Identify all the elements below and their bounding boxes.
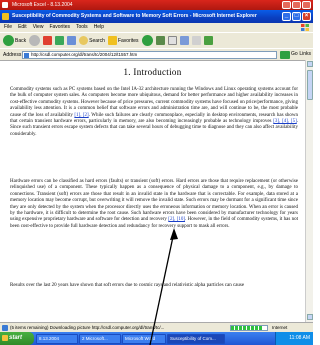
home-icon[interactable] (67, 36, 77, 45)
task-excel[interactable]: 8.13.2004 (36, 333, 78, 344)
star-icon (107, 36, 117, 45)
favorites-label: Favorites (117, 37, 139, 44)
minimize-icon[interactable] (282, 1, 291, 9)
window-controls: _ □ × (282, 12, 311, 21)
background-window-titlebar[interactable]: Microsoft Excel - 8.13.2004 (0, 0, 313, 10)
ie-window: Susceptibility of Commodity Systems and … (0, 10, 313, 332)
refresh-icon[interactable] (55, 36, 65, 45)
media-icon[interactable] (141, 35, 153, 46)
stop-icon[interactable] (43, 36, 53, 45)
paragraph-2: Hardware errors can be classified as har… (10, 179, 298, 230)
go-arrow-icon[interactable] (280, 51, 290, 59)
system-tray-clock[interactable]: 11:08 AM (275, 332, 313, 345)
ie-titlebar[interactable]: Susceptibility of Commodity Systems and … (0, 10, 313, 23)
back-arrow-icon (3, 35, 14, 46)
status-bar: (5 items remaining) Downloading picture … (0, 322, 313, 332)
history-icon[interactable] (155, 36, 165, 45)
favorites-button[interactable]: Favorites (107, 35, 139, 47)
paragraph-3: Results over the last 20 years have show… (10, 283, 298, 289)
paragraph-2-text: Hardware errors can be classified as har… (10, 179, 298, 223)
standard-toolbar: Back Search Favorites (0, 32, 313, 48)
scroll-thumb[interactable] (307, 70, 313, 100)
start-button[interactable]: start (0, 332, 34, 345)
taskbar: start 8.13.2004 2 Microsoft... Microsoft… (0, 332, 313, 345)
address-url: http://csdl.computer.org/dl/trans/tc/200… (31, 52, 138, 57)
mail-icon[interactable] (167, 36, 177, 45)
menu-edit[interactable]: Edit (18, 23, 27, 32)
background-window-controls (282, 1, 311, 9)
paragraph-3-text: Results over the last 20 years have show… (10, 283, 245, 288)
forward-arrow-icon[interactable] (29, 35, 41, 46)
status-page-icon (2, 325, 8, 331)
vertical-scrollbar[interactable] (305, 60, 313, 322)
edit-icon[interactable] (191, 36, 201, 45)
security-zone: Internet (272, 325, 288, 330)
background-window-title: Microsoft Excel - 8.13.2004 (12, 2, 73, 8)
page-content: 1. Introduction Commodity systems such a… (0, 60, 305, 322)
menu-bar: File Edit View Favorites Tools Help (0, 23, 313, 32)
maximize-button[interactable]: □ (292, 12, 301, 21)
back-label: Back (15, 37, 27, 44)
paragraph-1: Commodity systems such as PC systems bas… (10, 87, 298, 138)
links-button[interactable]: Links (299, 51, 311, 57)
reference-link-4[interactable]: [2], [10] (168, 217, 185, 222)
task-word[interactable]: Microsoft Word (122, 333, 166, 344)
print-icon[interactable] (179, 36, 189, 45)
scroll-down-icon[interactable] (307, 314, 313, 320)
menu-help[interactable]: Help (94, 23, 104, 32)
minimize-button[interactable]: _ (282, 12, 291, 21)
scroll-up-icon[interactable] (307, 61, 313, 67)
maximize-icon[interactable] (292, 1, 301, 9)
page-icon (24, 53, 29, 58)
address-label: Address (3, 51, 22, 58)
taskbar-buttons: 8.13.2004 2 Microsoft... Microsoft Word … (36, 333, 225, 344)
status-text: (5 items remaining) Downloading picture … (10, 325, 165, 330)
download-progress (230, 325, 268, 331)
back-button[interactable]: Back (3, 35, 26, 47)
task-susceptibility[interactable]: Susceptibility of Com... (167, 333, 225, 344)
search-label: Search (89, 37, 105, 44)
menu-file[interactable]: File (4, 23, 12, 32)
ie-icon (2, 13, 9, 20)
progress-fill (231, 326, 262, 330)
search-button[interactable]: Search (79, 35, 105, 47)
reference-link-1[interactable]: [1], [2] (74, 113, 88, 118)
address-input[interactable]: http://csdl.computer.org/dl/trans/tc/200… (22, 51, 277, 59)
search-icon (79, 36, 89, 45)
menu-view[interactable]: View (33, 23, 44, 32)
windows-logo-icon (301, 24, 309, 31)
reference-link-3[interactable]: [3], [4], [5] (273, 119, 297, 124)
window-title: Susceptibility of Commodity Systems and … (12, 13, 257, 19)
go-button[interactable]: Go (291, 51, 298, 57)
menu-tools[interactable]: Tools (76, 23, 88, 32)
close-icon[interactable] (302, 1, 311, 9)
menu-favorites[interactable]: Favorites (49, 23, 70, 32)
close-button[interactable]: × (302, 12, 311, 21)
address-bar: Address http://csdl.computer.org/dl/tran… (0, 48, 313, 60)
messenger-icon[interactable] (203, 36, 213, 45)
excel-icon (2, 2, 8, 8)
task-ie-group[interactable]: 2 Microsoft... (79, 333, 121, 344)
section-heading: 1. Introduction (123, 67, 182, 77)
